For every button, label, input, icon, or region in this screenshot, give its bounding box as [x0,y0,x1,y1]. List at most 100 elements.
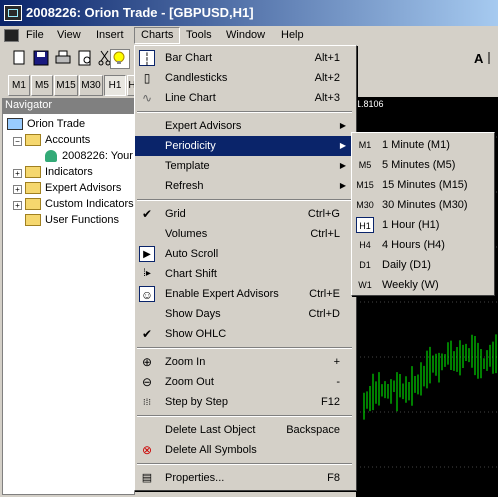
candlestick-icon: ▯ [143,71,151,85]
period-h4[interactable]: H4 4 Hours (H4) [352,235,492,255]
m30-icon: M30 [356,200,374,210]
menu-item-show-ohlc[interactable]: ✔ Show OHLC [135,324,354,344]
label: Candlesticks [165,72,228,84]
menu-item-step-by-step[interactable]: ⁝⁞⁝ Step by Step F12 [135,392,354,412]
label-tool-icon[interactable] [484,49,498,67]
lightbulb-icon[interactable] [110,49,130,69]
tree-indicators[interactable]: Indicators [25,164,93,180]
app-icon [4,5,22,21]
menu-item-bar-chart[interactable]: ┆ Bar Chart Alt+1 [135,48,354,68]
print-icon[interactable] [54,49,72,67]
tree-user-functions[interactable]: User Functions [25,212,119,228]
separator [137,463,352,465]
menu-file[interactable]: File [20,28,50,43]
menu-item-enable-experts[interactable]: ☺ Enable Expert Advisors Ctrl+E [135,284,354,304]
menu-view[interactable]: View [51,28,87,43]
save-icon[interactable] [32,49,50,67]
tree-custom-indicators[interactable]: Custom Indicators [25,196,134,212]
shortcut: Ctrl+E [309,288,340,300]
period-m15[interactable]: M15 15 Minutes (M15) [352,175,492,195]
menu-item-candlesticks[interactable]: ▯ Candlesticks Alt+2 [135,68,354,88]
label: Refresh [165,180,204,192]
menu-item-delete-all[interactable]: ⊗ Delete All Symbols [135,440,354,460]
chart-price-label: 1.8106 [356,99,384,109]
menu-help[interactable]: Help [275,28,310,43]
menu-bar: File View Insert Charts Tools Window Hel… [0,26,498,45]
menu-tools[interactable]: Tools [180,28,218,43]
menu-item-delete-last[interactable]: Delete Last Object Backspace [135,420,354,440]
new-document-icon[interactable] [10,49,28,67]
label: Expert Advisors [165,120,242,132]
collapse-accounts-icon[interactable]: − [13,137,22,146]
label: Volumes [165,228,208,240]
tf-m15-button[interactable]: M15 [54,75,78,96]
period-d1[interactable]: D1 Daily (D1) [352,255,492,275]
navigator-header: Navigator [2,98,135,113]
menu-item-zoom-out[interactable]: ⊖ Zoom Out - [135,372,354,392]
submenu-arrow-icon: ▶ [339,121,346,130]
menu-item-line-chart[interactable]: ∿ Line Chart Alt+3 [135,88,354,108]
m1-icon: M1 [358,140,372,150]
expand-experts-icon[interactable]: + [13,185,22,194]
menu-item-template[interactable]: Template ▶ [135,156,354,176]
w1-icon: W1 [358,280,372,290]
shortcut: Alt+3 [314,92,340,104]
label: 4 Hours (H4) [382,239,445,251]
period-m1[interactable]: M1 1 Minute (M1) [352,135,492,155]
checkmark-icon: ✔ [141,207,153,221]
charts-menu: ┆ Bar Chart Alt+1 ▯ Candlesticks Alt+2 ∿… [134,45,357,491]
menu-item-zoom-in[interactable]: ⊕ Zoom In + [135,352,354,372]
menu-insert[interactable]: Insert [90,28,130,43]
tree-accounts[interactable]: Accounts [25,132,90,148]
h4-icon: H4 [359,240,371,250]
tf-m1-button[interactable]: M1 [8,75,30,96]
label: Daily (D1) [382,259,431,271]
folder-icon [25,166,41,179]
print-preview-icon[interactable] [76,49,94,67]
tree-accounts-label: Accounts [45,134,91,146]
menu-item-periodicity[interactable]: Periodicity ▶ [135,136,354,156]
tf-h1-button[interactable]: H1 [104,75,126,96]
d1-icon: D1 [359,260,371,270]
menu-item-properties[interactable]: ▤ Properties... F8 [135,468,354,488]
title-bar[interactable]: 2008226: Orion Trade - [GBPUSD,H1] [0,0,498,26]
label: Bar Chart [165,52,213,64]
label: Zoom In [165,356,206,368]
period-m30[interactable]: M30 30 Minutes (M30) [352,195,492,215]
expand-indicators-icon[interactable]: + [13,169,22,178]
menu-item-show-days[interactable]: Show Days Ctrl+D [135,304,354,324]
menu-item-auto-scroll[interactable]: ▶ Auto Scroll [135,244,354,264]
label: Template [165,160,210,172]
menu-item-refresh[interactable]: Refresh ▶ [135,176,354,196]
navigator-panel: Orion Trade − Accounts 2008226: Your + I… [2,113,135,495]
shortcut: F8 [327,472,340,484]
shortcut: - [336,376,340,388]
period-h1[interactable]: H1 1 Hour (H1) [352,215,492,235]
tree-expert-advisors[interactable]: Expert Advisors [25,180,121,196]
separator [137,111,352,113]
menu-window[interactable]: Window [220,28,271,43]
tf-m30-button[interactable]: M30 [79,75,103,96]
menu-item-chart-shift[interactable]: ⁞▸ Chart Shift [135,264,354,284]
submenu-arrow-icon: ▶ [339,161,346,170]
svg-text:A: A [474,51,484,66]
menu-item-grid[interactable]: ✔ Grid Ctrl+G [135,204,354,224]
tree-functions-label: User Functions [45,214,119,226]
menu-item-expert-advisors[interactable]: Expert Advisors ▶ [135,116,354,136]
computer-icon [7,118,23,131]
tree-root[interactable]: Orion Trade [7,116,85,132]
tree-account-item[interactable]: 2008226: Your [45,148,133,164]
properties-icon: ▤ [141,472,153,484]
shortcut: + [333,356,340,368]
label: Step by Step [165,396,228,408]
tf-m5-button[interactable]: M5 [31,75,53,96]
period-m5[interactable]: M5 5 Minutes (M5) [352,155,492,175]
separator [137,415,352,417]
menu-item-volumes[interactable]: Volumes Ctrl+L [135,224,354,244]
label: Chart Shift [165,268,217,280]
expand-custom-icon[interactable]: + [13,201,22,210]
period-w1[interactable]: W1 Weekly (W) [352,275,492,295]
folder-icon [25,182,41,195]
menu-charts[interactable]: Charts [134,27,181,44]
document-icon[interactable] [4,29,19,42]
